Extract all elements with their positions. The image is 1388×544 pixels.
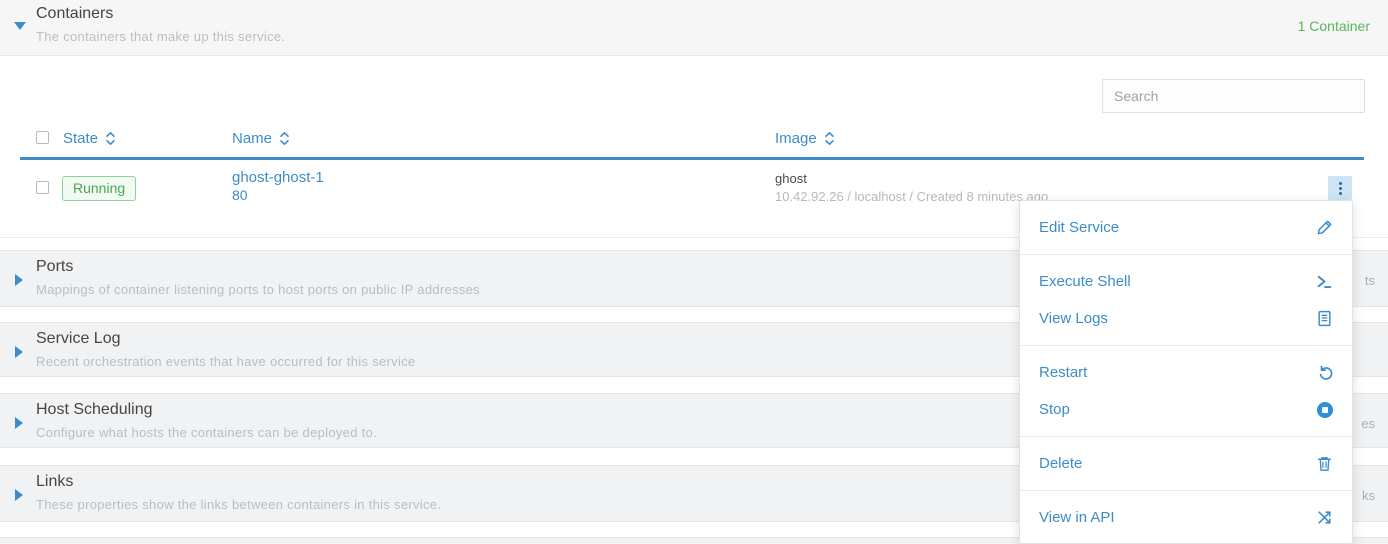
pencil-icon <box>1316 219 1333 236</box>
expand-caret-icon[interactable] <box>15 489 23 501</box>
collapse-caret-icon[interactable] <box>14 22 26 30</box>
menu-item-restart[interactable]: Restart <box>1020 354 1352 391</box>
section-title: Host Scheduling <box>36 401 153 419</box>
column-label: Name <box>232 130 272 147</box>
restart-icon <box>1316 364 1333 381</box>
menu-group: View in API <box>1020 490 1352 544</box>
row-checkbox[interactable] <box>36 181 49 194</box>
section-right-text: es <box>1361 416 1375 431</box>
menu-group: Delete <box>1020 436 1352 490</box>
menu-item-view-in-api[interactable]: View in API <box>1020 499 1352 536</box>
menu-group: Edit Service <box>1020 201 1352 254</box>
menu-item-edit-service[interactable]: Edit Service <box>1020 209 1352 246</box>
panel-subtitle: The containers that make up this service… <box>36 29 285 44</box>
search-input[interactable] <box>1102 79 1365 113</box>
panel-title: Containers <box>36 5 113 23</box>
image-detail: 10.42.92.26 / localhost / Created 8 minu… <box>775 189 1048 204</box>
row-actions-button[interactable] <box>1328 176 1352 200</box>
menu-item-delete[interactable]: Delete <box>1020 445 1352 482</box>
terminal-icon <box>1316 273 1333 290</box>
container-port-link[interactable]: 80 <box>232 187 324 203</box>
image-name: ghost <box>775 171 1048 186</box>
image-cell: ghost 10.42.92.26 / localhost / Created … <box>775 171 1048 204</box>
section-subtitle: These properties show the links between … <box>36 497 441 512</box>
section-title: Service Log <box>36 330 121 348</box>
sort-icon <box>824 131 835 146</box>
column-label: State <box>63 130 98 147</box>
table-header-underline <box>20 157 1364 160</box>
menu-item-view-logs[interactable]: View Logs <box>1020 300 1352 337</box>
section-title: Ports <box>36 258 73 276</box>
container-name-link[interactable]: ghost-ghost-1 <box>232 170 324 186</box>
column-header-image[interactable]: Image <box>775 130 835 147</box>
section-title: Links <box>36 473 73 491</box>
expand-caret-icon[interactable] <box>15 274 23 286</box>
stop-icon <box>1317 402 1333 418</box>
file-text-icon <box>1316 310 1333 327</box>
name-cell: ghost-ghost-1 80 <box>232 170 324 203</box>
section-subtitle: Recent orchestration events that have oc… <box>36 354 415 369</box>
containers-panel-header: Containers The containers that make up t… <box>0 0 1388 56</box>
menu-item-execute-shell[interactable]: Execute Shell <box>1020 263 1352 300</box>
menu-item-stop[interactable]: Stop <box>1020 391 1352 428</box>
expand-caret-icon[interactable] <box>15 346 23 358</box>
kebab-icon <box>1339 182 1342 195</box>
trash-icon <box>1316 455 1333 472</box>
sort-icon <box>105 131 116 146</box>
external-link-icon <box>1316 509 1333 526</box>
section-subtitle: Configure what hosts the containers can … <box>36 425 377 440</box>
menu-group: Execute Shell View Logs <box>1020 254 1352 345</box>
column-header-state[interactable]: State <box>63 130 116 147</box>
column-header-name[interactable]: Name <box>232 130 290 147</box>
section-subtitle: Mappings of container listening ports to… <box>36 282 480 297</box>
column-label: Image <box>775 130 817 147</box>
select-all-checkbox[interactable] <box>36 131 49 144</box>
container-count: 1 Container <box>1298 18 1370 34</box>
sort-icon <box>279 131 290 146</box>
row-context-menu: Edit Service Execute Shell View Logs Res… <box>1019 200 1353 544</box>
section-right-text: ks <box>1362 488 1375 503</box>
section-right-text: ts <box>1365 273 1375 288</box>
expand-caret-icon[interactable] <box>15 417 23 429</box>
menu-group: Restart Stop <box>1020 345 1352 436</box>
status-badge: Running <box>62 176 136 201</box>
